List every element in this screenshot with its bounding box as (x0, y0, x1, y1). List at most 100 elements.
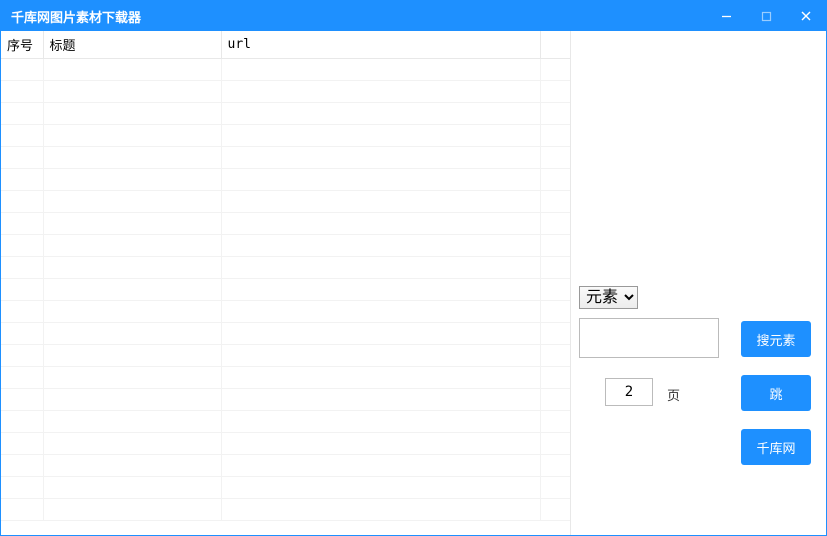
content-area: 序号 标题 url 元素 页 搜元素 跳 千库网 (1, 31, 826, 535)
table-cell (1, 367, 43, 389)
table-cell (540, 455, 570, 477)
table-cell (43, 169, 221, 191)
table-cell (43, 147, 221, 169)
table-cell (1, 345, 43, 367)
table-cell (540, 411, 570, 433)
column-header-title[interactable]: 标题 (43, 31, 221, 59)
table-cell (43, 279, 221, 301)
table-cell (221, 213, 540, 235)
table-row[interactable] (1, 191, 570, 213)
table-cell (540, 169, 570, 191)
table-cell (221, 455, 540, 477)
table-cell (43, 455, 221, 477)
table-cell (1, 81, 43, 103)
table-cell (1, 257, 43, 279)
close-button[interactable] (786, 1, 826, 31)
table-cell (1, 323, 43, 345)
page-suffix-label: 页 (667, 385, 680, 404)
table-cell (540, 81, 570, 103)
table-row[interactable] (1, 301, 570, 323)
table-cell (43, 235, 221, 257)
table-cell (221, 147, 540, 169)
table-cell (221, 389, 540, 411)
minimize-button[interactable] (706, 1, 746, 31)
table-cell (1, 125, 43, 147)
table-row[interactable] (1, 103, 570, 125)
table-cell (1, 103, 43, 125)
minimize-icon (721, 11, 732, 22)
category-select[interactable]: 元素 (579, 286, 638, 309)
table-cell (43, 59, 221, 81)
window-controls (706, 1, 826, 31)
table-row[interactable] (1, 345, 570, 367)
jump-button[interactable]: 跳 (741, 375, 811, 411)
table-cell (1, 455, 43, 477)
table-row[interactable] (1, 235, 570, 257)
table-row[interactable] (1, 257, 570, 279)
table-cell (43, 367, 221, 389)
table-cell (1, 411, 43, 433)
table-cell (1, 499, 43, 521)
table-row[interactable] (1, 455, 570, 477)
table-cell (221, 125, 540, 147)
table-cell (540, 433, 570, 455)
table-cell (1, 433, 43, 455)
table-cell (540, 191, 570, 213)
maximize-icon (761, 11, 772, 22)
search-input[interactable] (579, 318, 719, 358)
table-cell (221, 169, 540, 191)
results-table-body (1, 59, 570, 521)
table-cell (221, 477, 540, 499)
table-cell (540, 59, 570, 81)
table-cell (540, 125, 570, 147)
table-cell (1, 477, 43, 499)
table-row[interactable] (1, 323, 570, 345)
results-table-container: 序号 标题 url (1, 31, 571, 535)
table-cell (43, 411, 221, 433)
table-cell (43, 125, 221, 147)
column-header-url[interactable]: url (221, 31, 540, 59)
table-row[interactable] (1, 147, 570, 169)
table-cell (540, 367, 570, 389)
table-cell (540, 323, 570, 345)
column-header-spacer (540, 31, 570, 59)
table-cell (540, 235, 570, 257)
app-window: 千库网图片素材下载器 序号 标题 url (0, 0, 827, 536)
site-link-button[interactable]: 千库网 (741, 429, 811, 465)
results-table: 序号 标题 url (1, 31, 570, 521)
table-cell (221, 81, 540, 103)
table-row[interactable] (1, 499, 570, 521)
table-row[interactable] (1, 169, 570, 191)
table-cell (43, 323, 221, 345)
table-row[interactable] (1, 367, 570, 389)
table-cell (221, 103, 540, 125)
column-header-index[interactable]: 序号 (1, 31, 43, 59)
table-row[interactable] (1, 59, 570, 81)
table-cell (540, 279, 570, 301)
table-cell (221, 411, 540, 433)
page-number-input[interactable] (605, 378, 653, 406)
table-cell (43, 433, 221, 455)
table-row[interactable] (1, 433, 570, 455)
table-row[interactable] (1, 389, 570, 411)
table-cell (1, 191, 43, 213)
table-cell (540, 147, 570, 169)
table-cell (221, 367, 540, 389)
table-cell (43, 345, 221, 367)
table-cell (43, 191, 221, 213)
table-row[interactable] (1, 81, 570, 103)
table-row[interactable] (1, 477, 570, 499)
table-cell (221, 279, 540, 301)
maximize-button[interactable] (746, 1, 786, 31)
table-row[interactable] (1, 125, 570, 147)
table-cell (1, 279, 43, 301)
table-cell (221, 345, 540, 367)
table-row[interactable] (1, 279, 570, 301)
close-icon (800, 10, 812, 22)
table-cell (540, 345, 570, 367)
table-cell (221, 301, 540, 323)
table-row[interactable] (1, 411, 570, 433)
table-row[interactable] (1, 213, 570, 235)
table-cell (43, 301, 221, 323)
search-button[interactable]: 搜元素 (741, 321, 811, 357)
